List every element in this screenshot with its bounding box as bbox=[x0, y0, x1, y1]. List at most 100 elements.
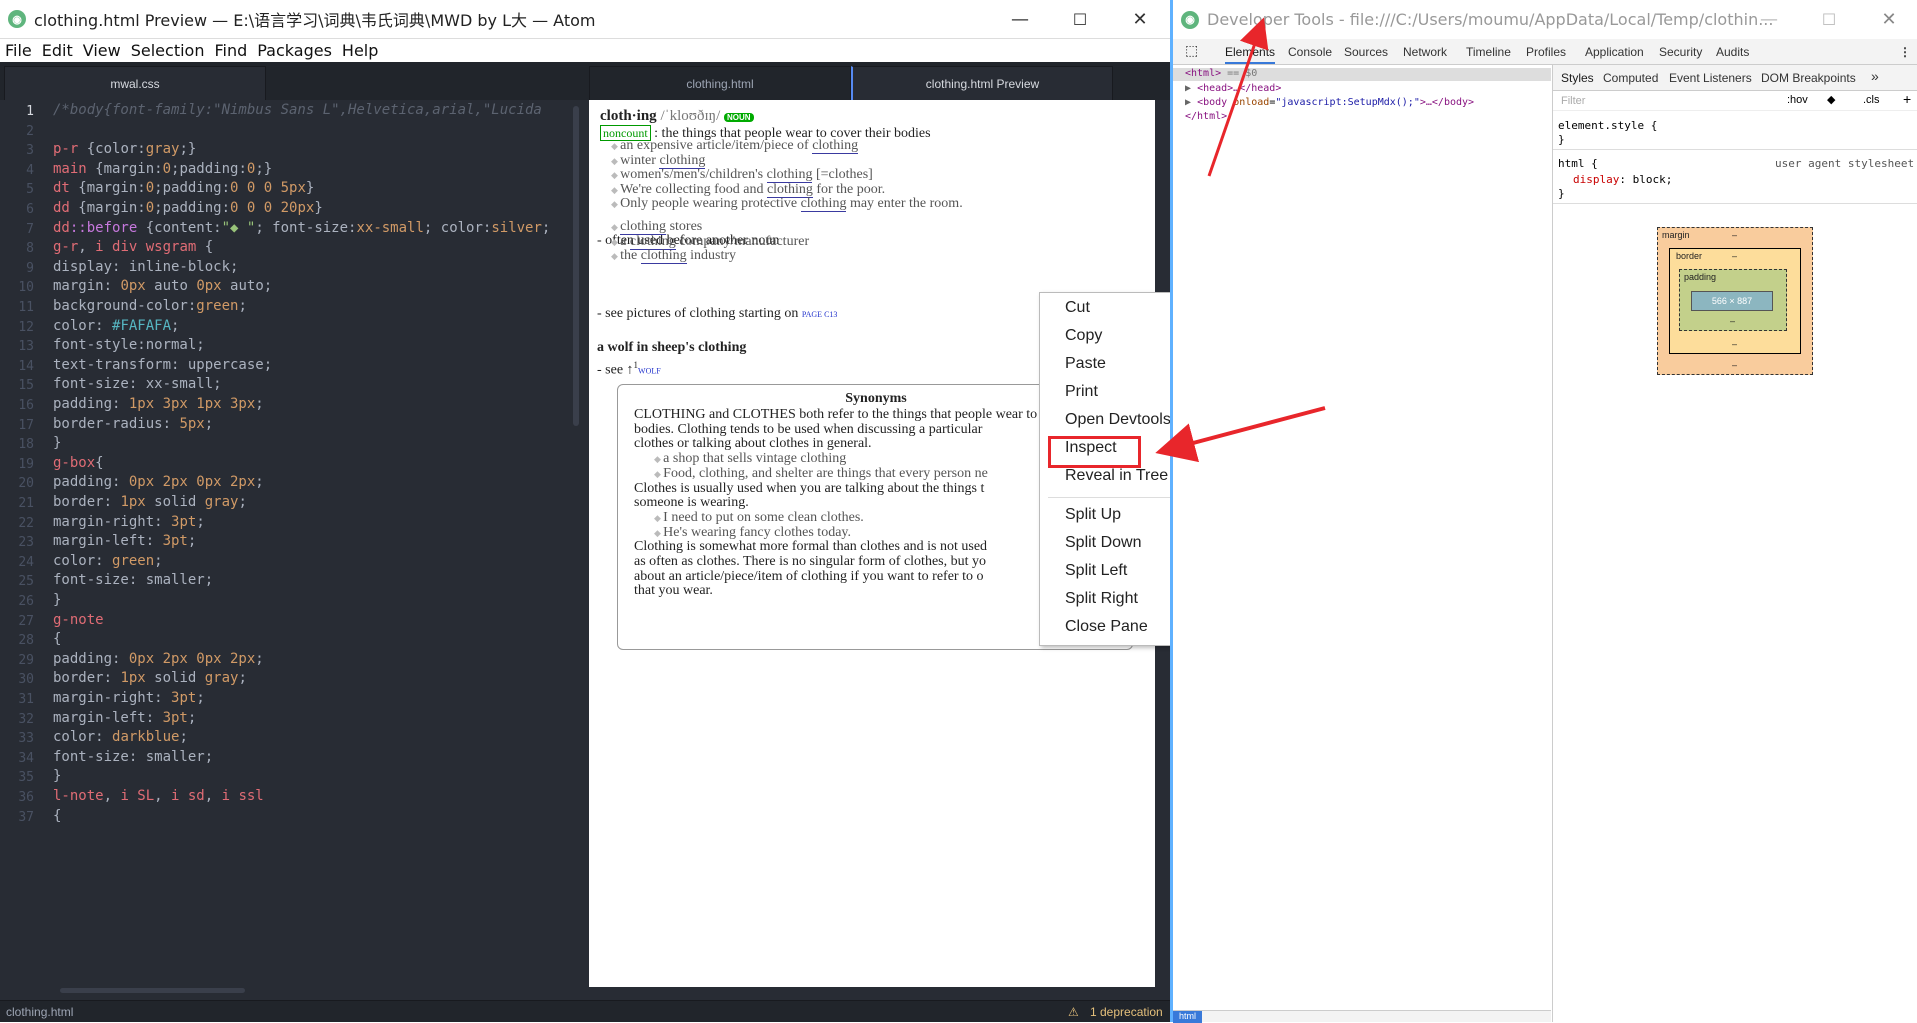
code-line[interactable]: } bbox=[53, 592, 61, 608]
headword-link[interactable]: clothing bbox=[659, 152, 706, 169]
code-line[interactable]: { bbox=[53, 808, 61, 824]
devtools-maximize-button[interactable]: ☐ bbox=[1799, 0, 1859, 39]
code-line[interactable]: margin-left: 3pt; bbox=[53, 710, 196, 726]
tab-security[interactable]: Security bbox=[1659, 45, 1702, 59]
html-rule-selector[interactable]: html { bbox=[1558, 157, 1598, 170]
code-line[interactable]: padding: 1px 3px 1px 3px; bbox=[53, 396, 264, 412]
menu-item-close-pane[interactable]: Close Pane bbox=[1065, 618, 1148, 636]
tab-profiles[interactable]: Profiles bbox=[1526, 45, 1566, 59]
menu-selection[interactable]: Selection bbox=[126, 41, 210, 60]
code-line[interactable]: font-size: smaller; bbox=[53, 572, 213, 588]
code-line[interactable]: } bbox=[53, 435, 61, 451]
code-line[interactable]: g-box{ bbox=[53, 455, 104, 471]
maximize-button[interactable]: ☐ bbox=[1050, 0, 1110, 39]
code-line[interactable]: border: 1px solid gray; bbox=[53, 494, 247, 510]
code-line[interactable]: color: #FAFAFA; bbox=[53, 318, 179, 334]
subtab-styles[interactable]: Styles bbox=[1561, 71, 1594, 85]
tab-audits[interactable]: Audits bbox=[1716, 45, 1749, 59]
cls-toggle[interactable]: .cls bbox=[1863, 94, 1880, 106]
code-line[interactable]: g-note bbox=[53, 612, 104, 628]
code-line[interactable]: padding: 0px 2px 0px 2px; bbox=[53, 651, 264, 667]
wolf-link[interactable]: WOLF bbox=[638, 367, 661, 376]
tab-clothing-html[interactable]: clothing.html bbox=[589, 66, 851, 100]
subtab-event-listeners[interactable]: Event Listeners bbox=[1669, 71, 1752, 85]
minimize-button[interactable]: — bbox=[990, 0, 1050, 39]
code-line[interactable]: dd {margin:0;padding:0 0 0 20px} bbox=[53, 200, 323, 216]
menu-edit[interactable]: Edit bbox=[37, 41, 78, 60]
menu-item-open-devtools[interactable]: Open Devtools bbox=[1065, 411, 1171, 429]
code-line[interactable]: margin-right: 3pt; bbox=[53, 514, 205, 530]
add-rule-icon[interactable]: + bbox=[1903, 91, 1911, 107]
expand-triangle-icon[interactable]: ▶ bbox=[1185, 97, 1191, 108]
tab-timeline[interactable]: Timeline bbox=[1466, 45, 1511, 59]
code-line[interactable]: main {margin:0;padding:0;} bbox=[53, 161, 272, 177]
code-line[interactable]: margin-left: 3pt; bbox=[53, 533, 196, 549]
code-line[interactable]: border: 1px solid gray; bbox=[53, 670, 247, 686]
tab-elements[interactable]: Elements bbox=[1225, 45, 1276, 64]
headword-link[interactable]: clothing bbox=[766, 167, 813, 184]
devtools-minimize-button[interactable]: — bbox=[1739, 0, 1799, 39]
code-editor[interactable]: 1 2 3 4 5 6 7 8 9 10 11 12 13 14 15 16 17 18 19 20 21 22 23 24 2… bbox=[0, 100, 585, 1000]
editor-vertical-scrollbar[interactable] bbox=[573, 106, 579, 426]
menu-find[interactable]: Find bbox=[209, 41, 252, 60]
code-line[interactable]: g-r, i div wsgram { bbox=[53, 239, 213, 255]
close-button[interactable]: ✕ bbox=[1110, 0, 1170, 39]
code-line[interactable]: margin: 0px auto 0px auto; bbox=[53, 278, 272, 294]
paint-icon[interactable]: ◆ bbox=[1827, 93, 1835, 106]
expand-triangle-icon[interactable]: ▶ bbox=[1185, 83, 1191, 94]
code-line[interactable]: font-size: smaller; bbox=[53, 749, 213, 765]
tab-network[interactable]: Network bbox=[1403, 45, 1447, 59]
code-line[interactable]: color: darkblue; bbox=[53, 729, 188, 745]
box-model-content[interactable]: 566 × 887 bbox=[1691, 291, 1773, 311]
dom-html-close[interactable]: </html> bbox=[1185, 111, 1227, 122]
code-line[interactable]: dt {margin:0;padding:0 0 0 5px} bbox=[53, 180, 314, 196]
subtab-dom-breakpoints[interactable]: DOM Breakpoints bbox=[1761, 71, 1856, 85]
headword-link[interactable]: clothing bbox=[640, 248, 687, 265]
code-line[interactable]: dd::before {content:"◆ "; font-size:xx-s… bbox=[53, 220, 550, 236]
code-line[interactable]: text-transform: uppercase; bbox=[53, 357, 272, 373]
headword-link[interactable]: clothing bbox=[800, 196, 847, 213]
breadcrumb-html[interactable]: html bbox=[1173, 1011, 1203, 1023]
code-line[interactable]: font-size: xx-small; bbox=[53, 376, 222, 392]
code-line[interactable]: background-color:green; bbox=[53, 298, 247, 314]
styles-filter-input[interactable]: Filter bbox=[1561, 95, 1585, 107]
code-line[interactable]: margin-right: 3pt; bbox=[53, 690, 205, 706]
page-ref-link[interactable]: PAGE C13 bbox=[802, 310, 838, 319]
element-style-rule[interactable]: element.style { bbox=[1558, 119, 1657, 132]
menu-item-paste[interactable]: Paste bbox=[1065, 355, 1106, 373]
menu-item-split-down[interactable]: Split Down bbox=[1065, 534, 1141, 552]
headword-link[interactable]: clothing bbox=[812, 138, 859, 154]
headword-link[interactable]: clothing bbox=[629, 233, 676, 250]
status-file[interactable]: clothing.html bbox=[6, 1005, 73, 1019]
code-line[interactable]: l-note, i SL, i sd, i ssl bbox=[53, 788, 264, 804]
display-prop[interactable]: display bbox=[1573, 173, 1619, 186]
editor-horizontal-scrollbar[interactable] bbox=[60, 988, 245, 993]
menu-item-split-up[interactable]: Split Up bbox=[1065, 506, 1121, 524]
code-line[interactable]: { bbox=[53, 631, 61, 647]
menu-item-split-right[interactable]: Split Right bbox=[1065, 590, 1138, 608]
devtools-close-button[interactable]: ✕ bbox=[1859, 0, 1917, 39]
code-line[interactable]: p-r {color:gray;} bbox=[53, 141, 196, 157]
tab-application[interactable]: Application bbox=[1585, 45, 1644, 59]
code-line[interactable]: font-style:normal; bbox=[53, 337, 205, 353]
subtab-computed[interactable]: Computed bbox=[1603, 71, 1658, 85]
more-tabs-icon[interactable]: » bbox=[1871, 68, 1879, 84]
menu-item-split-left[interactable]: Split Left bbox=[1065, 562, 1127, 580]
dom-body-tag[interactable]: <body bbox=[1197, 97, 1227, 108]
display-value[interactable]: block; bbox=[1633, 173, 1673, 186]
tab-console[interactable]: Console bbox=[1288, 45, 1332, 59]
dom-html-open[interactable]: <html> bbox=[1185, 68, 1221, 79]
element-picker-icon[interactable]: ⬚ bbox=[1185, 42, 1198, 59]
tab-clothing-preview[interactable]: clothing.html Preview bbox=[851, 66, 1113, 100]
deprecation-count[interactable]: 1 deprecation bbox=[1090, 1005, 1163, 1019]
menu-item-cut[interactable]: Cut bbox=[1065, 299, 1090, 317]
menu-view[interactable]: View bbox=[78, 41, 126, 60]
headword-link[interactable]: clothing bbox=[766, 181, 813, 198]
code-line[interactable]: border-radius: 5px; bbox=[53, 416, 213, 432]
menu-packages[interactable]: Packages bbox=[252, 41, 337, 60]
code-line[interactable]: } bbox=[53, 768, 61, 784]
kebab-menu-icon[interactable]: ⋮ bbox=[1899, 45, 1911, 59]
code-line[interactable]: color: green; bbox=[53, 553, 163, 569]
hov-toggle[interactable]: :hov bbox=[1787, 94, 1808, 106]
code-line[interactable]: padding: 0px 2px 0px 2px; bbox=[53, 474, 264, 490]
